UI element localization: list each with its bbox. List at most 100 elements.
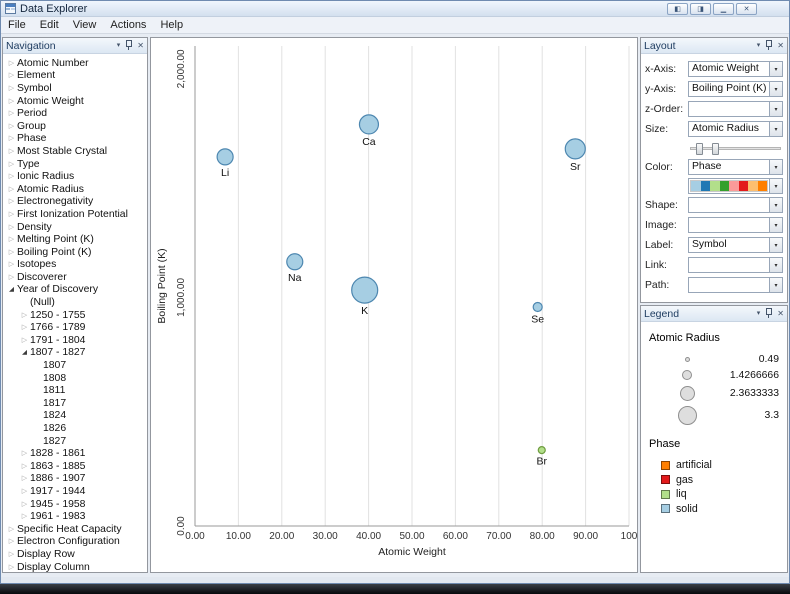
menu-actions[interactable]: Actions (103, 18, 153, 32)
tree-item-period[interactable]: ▷Period (3, 107, 147, 120)
tree-item-1863-1885[interactable]: ▷1863 - 1885 (3, 460, 147, 473)
tree-item-phase[interactable]: ▷Phase (3, 133, 147, 146)
menu-view[interactable]: View (66, 18, 104, 32)
tree-collapsed-icon[interactable]: ▷ (6, 135, 17, 142)
tree-item-1827[interactable]: 1827 (3, 435, 147, 448)
tree-item-1811[interactable]: 1811 (3, 384, 147, 397)
tree-item-boiling-point-k[interactable]: ▷Boiling Point (K) (3, 246, 147, 259)
chevron-down-icon[interactable]: ▾ (769, 218, 782, 232)
minimize-button[interactable]: ▁ (713, 3, 734, 15)
tree-item-1961-1983[interactable]: ▷1961 - 1983 (3, 510, 147, 523)
tree-collapsed-icon[interactable]: ▷ (6, 249, 17, 256)
tree-item-1807[interactable]: 1807 (3, 359, 147, 372)
menu-edit[interactable]: Edit (33, 18, 66, 32)
tree-collapsed-icon[interactable]: ▷ (19, 312, 30, 319)
pin-icon[interactable] (764, 40, 773, 51)
tree-item-atomic-radius[interactable]: ▷Atomic Radius (3, 183, 147, 196)
tree-item-1808[interactable]: 1808 (3, 372, 147, 385)
size-range-slider[interactable] (690, 147, 781, 150)
menu-file[interactable]: File (1, 18, 33, 32)
tree-collapsed-icon[interactable]: ▷ (6, 110, 17, 117)
tree-item-density[interactable]: ▷Density (3, 221, 147, 234)
tree-item-1766-1789[interactable]: ▷1766 - 1789 (3, 321, 147, 334)
tree-item-group[interactable]: ▷Group (3, 120, 147, 133)
chevron-down-icon[interactable]: ▾ (769, 258, 782, 272)
color-palette-select[interactable]: ▾ (688, 178, 783, 194)
data-point-se[interactable]: Se (531, 303, 544, 326)
tree-item-electronegativity[interactable]: ▷Electronegativity (3, 196, 147, 209)
data-point-ca[interactable]: Ca (359, 115, 378, 148)
menu-help[interactable]: Help (153, 18, 190, 32)
chevron-down-icon[interactable]: ▾ (769, 82, 782, 96)
tree-collapsed-icon[interactable]: ▷ (6, 85, 17, 92)
tree-collapsed-icon[interactable]: ▷ (6, 538, 17, 545)
color-select[interactable]: Phase▾ (688, 159, 783, 175)
tree-item-1826[interactable]: 1826 (3, 422, 147, 435)
size-select[interactable]: Atomic Radius▾ (688, 121, 783, 137)
tree-collapsed-icon[interactable]: ▷ (6, 261, 17, 268)
tree-expanded-icon[interactable]: ◢ (6, 287, 17, 294)
point-circle[interactable] (359, 115, 378, 134)
tree-collapsed-icon[interactable]: ▷ (6, 161, 17, 168)
tree-collapsed-icon[interactable]: ▷ (19, 475, 30, 482)
tree-collapsed-icon[interactable]: ▷ (6, 186, 17, 193)
tree-item-isotopes[interactable]: ▷Isotopes (3, 259, 147, 272)
dock-right-button[interactable]: ◨ (690, 3, 711, 15)
chevron-down-icon[interactable]: ▾ (769, 102, 782, 116)
point-circle[interactable] (352, 277, 378, 303)
point-circle[interactable] (533, 303, 542, 312)
tree-collapsed-icon[interactable]: ▷ (6, 198, 17, 205)
data-point-br[interactable]: Br (537, 447, 548, 468)
pin-icon[interactable] (124, 40, 133, 51)
tree-item-display-row[interactable]: ▷Display Row (3, 548, 147, 561)
point-circle[interactable] (287, 254, 303, 270)
tree-item-1824[interactable]: 1824 (3, 410, 147, 423)
tree-collapsed-icon[interactable]: ▷ (19, 488, 30, 495)
tree-item-1886-1907[interactable]: ▷1886 - 1907 (3, 473, 147, 486)
chevron-down-icon[interactable]: ▾ (769, 238, 782, 252)
tree-item-year-of-discovery[interactable]: ◢Year of Discovery (3, 284, 147, 297)
phase-legend-row-solid[interactable]: solid (647, 502, 781, 517)
chevron-down-icon[interactable]: ▾ (769, 179, 782, 193)
z-order-select[interactable]: ▾ (688, 101, 783, 117)
tree-collapsed-icon[interactable]: ▷ (6, 173, 17, 180)
tree-expanded-icon[interactable]: ◢ (19, 350, 30, 357)
tree-item-atomic-weight[interactable]: ▷Atomic Weight (3, 95, 147, 108)
tree-collapsed-icon[interactable]: ▷ (6, 148, 17, 155)
tree-item-1945-1958[interactable]: ▷1945 - 1958 (3, 498, 147, 511)
link-select[interactable]: ▾ (688, 257, 783, 273)
tree-item-1250-1755[interactable]: ▷1250 - 1755 (3, 309, 147, 322)
phase-legend-row-gas[interactable]: gas (647, 473, 781, 488)
path-select[interactable]: ▾ (688, 277, 783, 293)
tree-item-electron-configuration[interactable]: ▷Electron Configuration (3, 536, 147, 549)
label-select[interactable]: Symbol▾ (688, 237, 783, 253)
chevron-down-icon[interactable]: ▾ (769, 62, 782, 76)
tree-item-1917-1944[interactable]: ▷1917 - 1944 (3, 485, 147, 498)
scatter-chart[interactable]: 0.0010.0020.0030.0040.0050.0060.0070.008… (151, 38, 637, 572)
tree-collapsed-icon[interactable]: ▷ (6, 564, 17, 571)
chevron-down-icon[interactable]: ▾ (769, 160, 782, 174)
tree-item-discoverer[interactable]: ▷Discoverer (3, 271, 147, 284)
tree-item-ionic-radius[interactable]: ▷Ionic Radius (3, 170, 147, 183)
tree-item-display-column[interactable]: ▷Display Column (3, 561, 147, 572)
tree-item-element[interactable]: ▷Element (3, 70, 147, 83)
tree-collapsed-icon[interactable]: ▷ (19, 324, 30, 331)
chevron-down-icon[interactable]: ▾ (769, 122, 782, 136)
close-icon[interactable]: ✕ (777, 310, 784, 318)
tree-collapsed-icon[interactable]: ▷ (6, 60, 17, 67)
close-icon[interactable]: ✕ (137, 42, 144, 50)
data-point-sr[interactable]: Sr (565, 139, 585, 173)
panel-menu-icon[interactable]: ▾ (757, 42, 761, 49)
panel-menu-icon[interactable]: ▾ (117, 42, 121, 49)
chevron-down-icon[interactable]: ▾ (769, 198, 782, 212)
titlebar[interactable]: Data Explorer ◧◨▁✕ (1, 1, 789, 17)
tree-collapsed-icon[interactable]: ▷ (6, 236, 17, 243)
tree-collapsed-icon[interactable]: ▷ (6, 551, 17, 558)
tree-collapsed-icon[interactable]: ▷ (6, 211, 17, 218)
panel-menu-icon[interactable]: ▾ (757, 310, 761, 317)
y-axis-select[interactable]: Boiling Point (K)▾ (688, 81, 783, 97)
tree-collapsed-icon[interactable]: ▷ (6, 274, 17, 281)
taskbar[interactable] (0, 584, 790, 594)
tree-collapsed-icon[interactable]: ▷ (6, 224, 17, 231)
point-circle[interactable] (538, 447, 545, 454)
